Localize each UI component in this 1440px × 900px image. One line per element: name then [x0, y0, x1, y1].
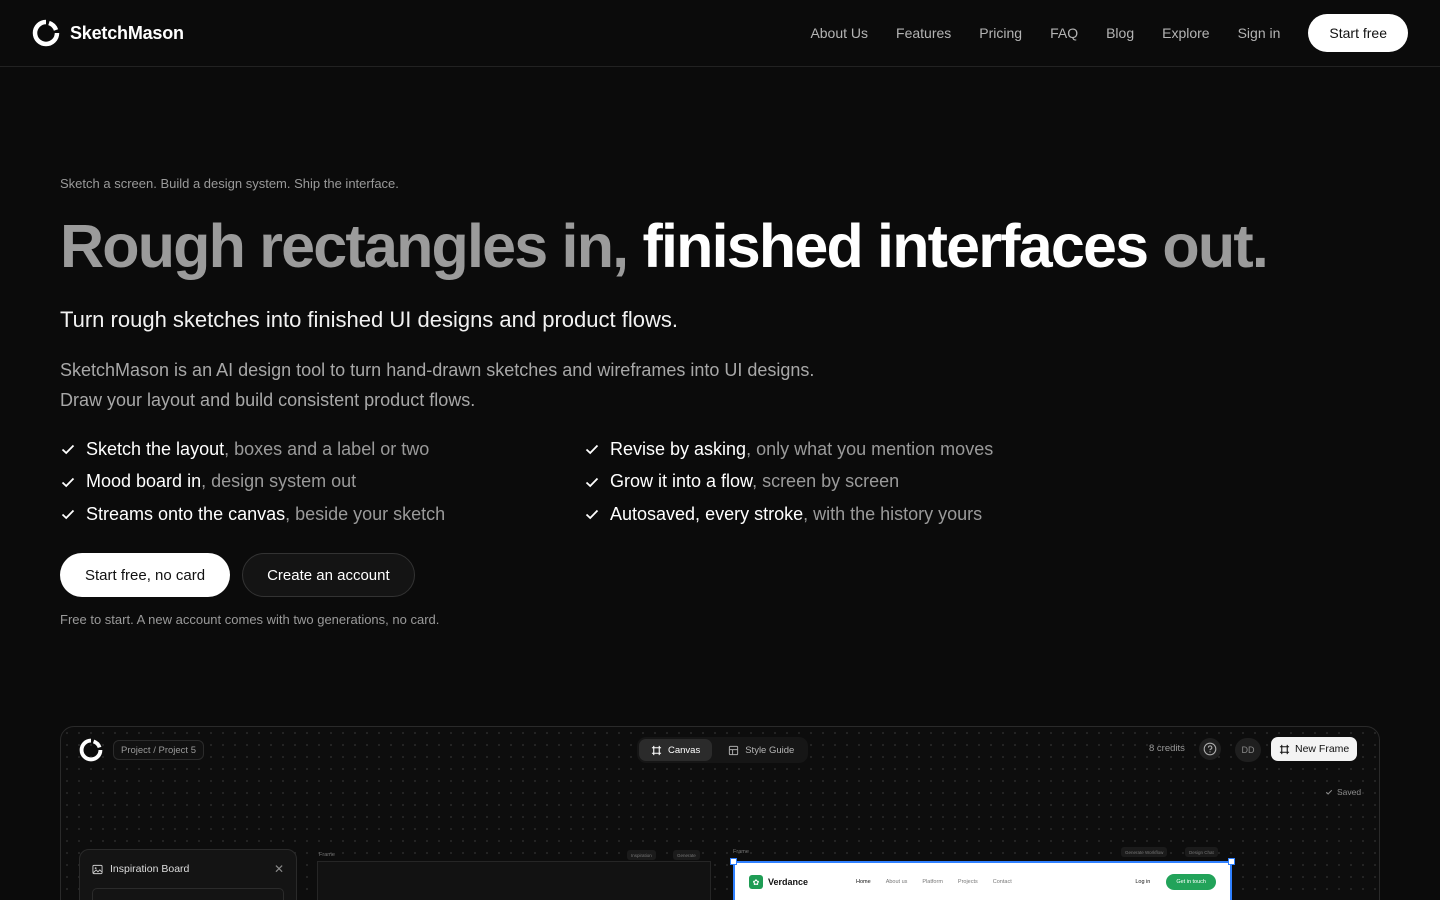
- hero-subhead: Turn rough sketches into finished UI des…: [60, 307, 678, 332]
- tab-canvas[interactable]: Canvas: [639, 739, 713, 761]
- feature-item: Grow it into a flow, screen by screen: [584, 471, 1104, 494]
- credits-count: 8 credits: [1149, 743, 1185, 754]
- feature-strong: Sketch the layout: [86, 438, 225, 459]
- site-name: Verdance: [768, 877, 809, 887]
- tab-canvas-label: Canvas: [668, 744, 701, 756]
- top-nav: SketchMason About Us Features Pricing FA…: [0, 0, 1440, 67]
- app-preview: Project / Project 5 Canvas Style Guide 8…: [60, 726, 1380, 900]
- preview-breadcrumb[interactable]: Project / Project 5: [113, 740, 204, 760]
- leaf-icon: ✿: [749, 875, 763, 889]
- feature-item: Revise by asking, only what you mention …: [584, 438, 1104, 461]
- hero-eyebrow: Sketch a screen. Build a design system. …: [60, 176, 399, 191]
- new-frame-label: New Frame: [1295, 743, 1350, 755]
- site-link-home[interactable]: Home: [856, 879, 871, 885]
- hero-headline: Rough rectangles in, finished interfaces…: [60, 210, 1269, 282]
- headline-part-1: Rough rectangles in,: [60, 212, 629, 280]
- new-frame-button[interactable]: New Frame: [1271, 737, 1358, 761]
- site-link-about[interactable]: About us: [886, 879, 908, 885]
- site-link-platform[interactable]: Platform: [922, 879, 942, 885]
- hero-note: Free to start. A new account comes with …: [60, 612, 440, 627]
- image-icon: [92, 864, 103, 874]
- brand[interactable]: SketchMason: [32, 19, 184, 47]
- nav-link-explore[interactable]: Explore: [1162, 25, 1209, 41]
- sketch-frame[interactable]: [317, 861, 711, 900]
- hero-description: SketchMason is an AI design tool to turn…: [60, 360, 815, 410]
- feature-muted: , design system out: [201, 471, 357, 492]
- site-login[interactable]: Log in: [1135, 879, 1150, 885]
- frame-icon: [1279, 744, 1290, 754]
- check-icon: [1325, 789, 1333, 795]
- nav-links: About Us Features Pricing FAQ Blog Explo…: [810, 25, 1280, 41]
- inspiration-chip[interactable]: Inspiration: [627, 850, 656, 860]
- feature-strong: Streams onto the canvas: [86, 503, 286, 524]
- site-cta-button[interactable]: Get in touch: [1166, 874, 1216, 890]
- nav-link-pricing[interactable]: Pricing: [979, 25, 1022, 41]
- feature-strong: Revise by asking: [610, 438, 747, 459]
- check-icon: [61, 477, 75, 488]
- feature-strong: Autosaved, every stroke: [610, 503, 804, 524]
- feature-muted: , screen by screen: [752, 471, 900, 492]
- avatar[interactable]: DD: [1235, 738, 1261, 762]
- feature-list: Sketch the layout, boxes and a label or …: [60, 438, 1160, 526]
- help-button[interactable]: [1199, 738, 1221, 760]
- check-icon: [585, 477, 599, 488]
- site-link-projects[interactable]: Projects: [958, 879, 978, 885]
- feature-strong: Grow it into a flow: [610, 471, 753, 492]
- close-icon[interactable]: ✕: [274, 862, 284, 876]
- inspiration-board-field[interactable]: [92, 888, 284, 900]
- nav-link-features[interactable]: Features: [896, 25, 951, 41]
- start-free-no-card-button[interactable]: Start free, no card: [60, 553, 231, 597]
- nav-link-sign-in[interactable]: Sign in: [1238, 25, 1281, 41]
- nav-link-blog[interactable]: Blog: [1106, 25, 1134, 41]
- feature-item: Sketch the layout, boxes and a label or …: [60, 438, 584, 461]
- frame-label: Frame: [733, 849, 749, 855]
- generate-workflow-chip[interactable]: Generate Workflow: [1121, 847, 1168, 857]
- check-icon: [61, 445, 75, 455]
- feature-muted: , with the history yours: [803, 503, 983, 524]
- brand-name: SketchMason: [70, 22, 184, 43]
- feature-item: Autosaved, every stroke, with the histor…: [584, 503, 1104, 526]
- preview-logo-icon: [79, 738, 103, 762]
- logo-icon: [32, 19, 60, 47]
- preview-toolbar: Project / Project 5 Canvas Style Guide 8…: [61, 727, 1379, 773]
- feature-item: Streams onto the canvas, beside your ske…: [60, 503, 584, 526]
- headline-part-3: out.: [1162, 212, 1268, 280]
- inspiration-board-panel: Inspiration Board ✕: [79, 849, 297, 900]
- generated-frame[interactable]: ✿ Verdance Home About us Platform Projec…: [730, 858, 1235, 900]
- help-icon: [1203, 742, 1217, 756]
- site-link-contact[interactable]: Contact: [993, 879, 1012, 885]
- tab-style-guide[interactable]: Style Guide: [716, 739, 806, 761]
- design-chat-chip[interactable]: Design Chat: [1185, 847, 1218, 857]
- check-icon: [585, 445, 599, 455]
- check-icon: [585, 510, 599, 520]
- feature-muted: , beside your sketch: [285, 503, 446, 524]
- site-links: Home About us Platform Projects Contact: [856, 879, 1012, 885]
- saved-status: Saved: [1325, 787, 1361, 797]
- feature-muted: , boxes and a label or two: [224, 438, 430, 459]
- hero-ctas: Start free, no card Create an account: [60, 553, 415, 597]
- frame-icon: [651, 745, 662, 755]
- preview-tabs: Canvas Style Guide: [637, 737, 809, 763]
- saved-label: Saved: [1337, 787, 1362, 797]
- create-account-button[interactable]: Create an account: [242, 553, 415, 597]
- tab-style-guide-label: Style Guide: [745, 744, 795, 756]
- headline-part-2: finished interfaces: [642, 212, 1149, 280]
- nav-link-about[interactable]: About Us: [810, 25, 868, 41]
- feature-muted: , only what you mention moves: [746, 438, 994, 459]
- generate-chip[interactable]: Generate: [673, 850, 700, 860]
- feature-strong: Mood board in: [86, 471, 202, 492]
- inspiration-board-header: Inspiration Board ✕: [80, 850, 296, 888]
- check-icon: [61, 510, 75, 520]
- start-free-button[interactable]: Start free: [1308, 14, 1408, 52]
- inspiration-board-title: Inspiration Board: [110, 863, 190, 875]
- nav-link-faq[interactable]: FAQ: [1050, 25, 1078, 41]
- site-nav: ✿ Verdance Home About us Platform Projec…: [735, 863, 1230, 900]
- frame-label: Frame: [319, 852, 335, 858]
- style-guide-icon: [729, 745, 739, 755]
- feature-item: Mood board in, design system out: [60, 471, 584, 494]
